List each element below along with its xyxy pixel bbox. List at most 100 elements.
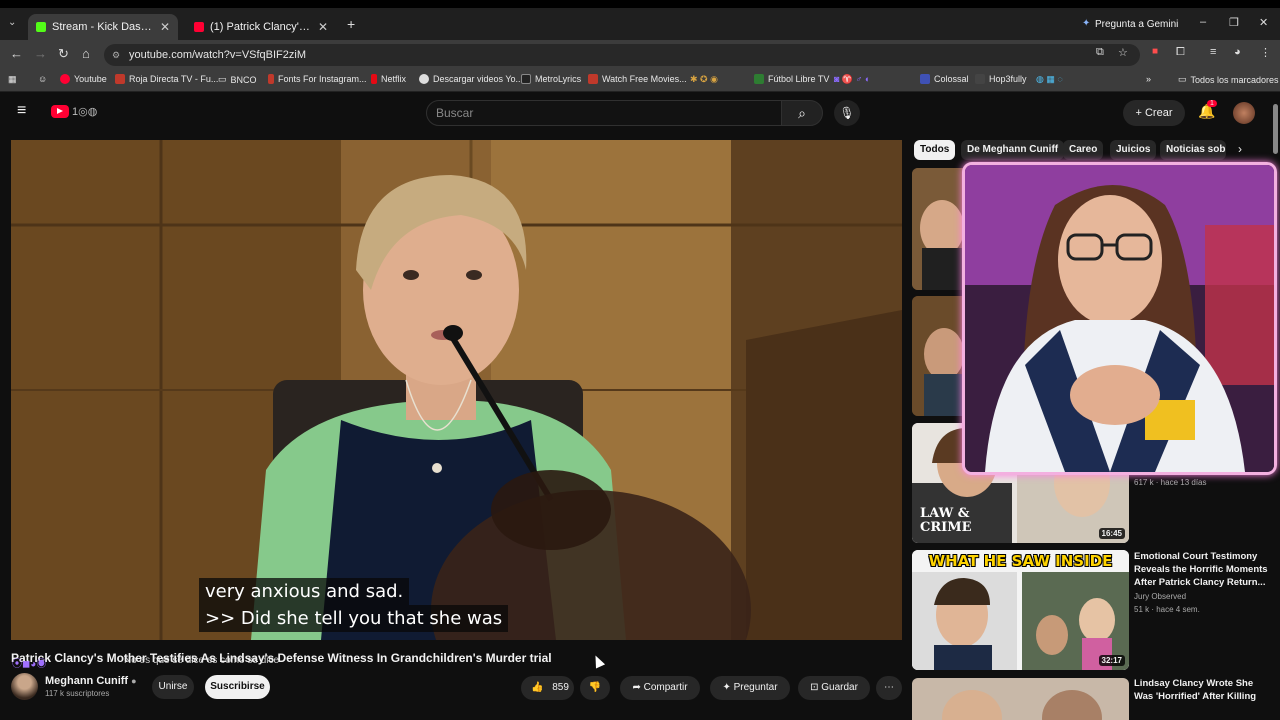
movies-icon <box>588 74 598 84</box>
bookmark-bnco[interactable]: ▭ BNCO <box>218 74 257 85</box>
close-window-icon[interactable]: ✕ <box>1259 16 1268 29</box>
install-icon[interactable]: ⧉ <box>1096 46 1104 59</box>
thumb-overlay-text: WHAT HE SAW INSIDE <box>928 552 1113 570</box>
chip-de-meghann[interactable]: De Meghann Cuniff <box>961 140 1065 160</box>
minimize-icon[interactable]: – <box>1200 16 1206 28</box>
bookmark-misc-icons[interactable]: ✱ ✪ ◉ <box>690 74 718 85</box>
tab-kick-dashboard[interactable]: Stream - Kick Dashboard ✕ <box>28 14 178 40</box>
hamburger-menu-icon[interactable]: ≡ <box>17 102 26 120</box>
chip-juicios[interactable]: Juicios <box>1110 140 1157 160</box>
related-thumb-4[interactable]: WHAT HE SAW INSIDE 32:17 <box>912 550 1129 670</box>
thumbs-up-icon: 👍 <box>531 682 544 693</box>
thumb-overlay-text: LAW & CRIME <box>920 506 972 535</box>
forward-icon[interactable]: → <box>34 46 47 61</box>
bookmark-metrolyrics[interactable]: MetroLyrics <box>521 74 581 84</box>
search-button[interactable]: ⌕ <box>781 100 823 126</box>
tab-youtube-video[interactable]: (1) Patrick Clancy's Mother Test ✕ <box>186 14 336 40</box>
bookmark-more-icons[interactable]: ◍ ▦ ◌ <box>1036 74 1063 85</box>
chips-next-icon[interactable]: › <box>1238 142 1242 156</box>
kick-favicon-icon <box>36 22 46 32</box>
home-icon[interactable]: ⌂ <box>82 46 90 61</box>
voice-search-button[interactable]: 🎙 <box>834 100 860 126</box>
reload-icon[interactable]: ↻ <box>58 46 69 62</box>
video-duration: 16:45 <box>1098 528 1125 539</box>
save-button[interactable]: ⊡ Guardar <box>798 676 870 700</box>
close-tab-icon[interactable]: ✕ <box>318 20 328 34</box>
new-tab-icon[interactable]: + <box>347 16 355 32</box>
video-frame-courtroom <box>11 140 902 640</box>
chip-noticias[interactable]: Noticias sobre <box>1160 140 1226 160</box>
back-icon[interactable]: ← <box>10 46 23 61</box>
tab-search-icon[interactable]: ⌄ <box>8 17 16 28</box>
tab-label: Stream - Kick Dashboard <box>52 21 154 33</box>
bookmarks-overflow-icon[interactable]: » <box>1146 74 1151 84</box>
account-avatar[interactable] <box>1233 102 1255 124</box>
netflix-icon <box>371 74 377 84</box>
url-text: youtube.com/watch?v=VSfqBIF2ziM <box>129 49 306 61</box>
related-channel[interactable]: Jury Observed <box>1134 592 1186 601</box>
site-info-icon[interactable]: ⚙ <box>112 44 120 66</box>
thumb-image <box>912 678 1129 720</box>
subscribe-button[interactable]: Suscribirse <box>205 675 270 699</box>
page-scrollbar[interactable] <box>1273 104 1278 154</box>
bookmark-youtube[interactable]: Youtube <box>60 74 107 84</box>
video-player[interactable] <box>11 140 902 640</box>
emoji-bookmark-icon[interactable]: ☺ <box>38 74 47 84</box>
share-button[interactable]: ➦ Compartir <box>620 676 700 700</box>
profile-icon[interactable]: ◕ <box>1234 46 1241 58</box>
hop3fully-icon <box>975 74 985 84</box>
media-control-icon[interactable]: ≡ <box>1210 46 1216 58</box>
dislike-button[interactable]: 👎 <box>580 676 610 700</box>
bookmark-fonts[interactable]: Fonts For Instagram... <box>268 74 367 84</box>
bookmark-netflix[interactable]: Netflix <box>371 74 406 84</box>
bookmark-colossal[interactable]: Colossal <box>920 74 969 84</box>
bookmark-hop3fully[interactable]: Hop3fully <box>975 74 1027 84</box>
related-title[interactable]: Emotional Court Testimony Reveals the Ho… <box>1134 550 1274 589</box>
tab-label: (1) Patrick Clancy's Mother Test <box>210 21 312 33</box>
ask-button[interactable]: ✦ Preguntar <box>710 676 790 700</box>
related-title[interactable]: Lindsay Clancy Wrote She Was 'Horrified'… <box>1134 677 1274 703</box>
create-label: Crear <box>1144 107 1173 119</box>
extension-red-icon[interactable]: ■ <box>1152 46 1158 57</box>
folder-icon: ▭ <box>218 74 227 84</box>
youtube-logo[interactable]: 1◎◍ <box>51 105 97 118</box>
stream-overlay-text: No es que se dice es como se dice <box>124 655 280 666</box>
extensions-icon[interactable]: ⧠ <box>1176 46 1185 59</box>
url-field[interactable]: ⚙ youtube.com/watch?v=VSfqBIF2ziM <box>104 44 1140 66</box>
stream-overlay-icons: ⦿◼◕◉ <box>12 659 47 670</box>
like-button[interactable]: 👍 859 <box>521 676 574 700</box>
video-duration: 32:17 <box>1098 655 1125 666</box>
more-horizontal-icon: ⋯ <box>884 682 894 693</box>
bookmark-descargar[interactable]: Descargar videos Yo... <box>419 74 523 84</box>
create-button[interactable]: + Crear <box>1123 100 1185 126</box>
all-bookmarks[interactable]: ▭ Todos los marcadores <box>1178 74 1279 85</box>
bookmark-star-icon[interactable]: ☆ <box>1118 46 1128 59</box>
futbol-icon <box>754 74 764 84</box>
bookmark-label: Youtube <box>74 74 107 84</box>
search-input[interactable]: Buscar <box>426 100 782 126</box>
apps-icon[interactable]: ▦ <box>8 74 17 85</box>
close-tab-icon[interactable]: ✕ <box>160 20 170 34</box>
join-button[interactable]: Unirse <box>152 675 194 699</box>
microphone-icon: 🎙 <box>839 106 855 120</box>
chip-careo[interactable]: Careo <box>1063 140 1104 160</box>
menu-kebab-icon[interactable]: ⋮ <box>1260 46 1271 59</box>
bookmark-extra-icons[interactable]: ◙ ♈ ♂ ◐ <box>834 74 870 85</box>
bookmark-roja-directa[interactable]: Roja Directa TV - Fu... <box>115 74 218 84</box>
restore-icon[interactable]: ❐ <box>1229 16 1239 29</box>
plus-icon: + <box>1135 107 1145 119</box>
channel-name[interactable]: Meghann Cuniff ● <box>45 675 137 687</box>
streamer-webcam-overlay <box>962 162 1277 475</box>
roja-icon <box>115 74 125 84</box>
bookmark-watch-free-movies[interactable]: Watch Free Movies... <box>588 74 687 84</box>
bookmark-label: Fútbol Libre TV <box>768 74 830 84</box>
gemini-button[interactable]: Pregunta a Gemini <box>1095 19 1178 30</box>
bookmark-futbol-libre[interactable]: Fútbol Libre TV <box>754 74 829 84</box>
share-icon: ➦ <box>632 682 644 693</box>
related-thumb-5[interactable] <box>912 678 1129 720</box>
folder-icon: ▭ <box>1178 74 1187 84</box>
channel-avatar[interactable] <box>11 673 38 700</box>
chip-todos[interactable]: Todos <box>914 140 956 160</box>
fonts-icon <box>268 74 274 84</box>
more-actions-button[interactable]: ⋯ <box>876 676 902 700</box>
